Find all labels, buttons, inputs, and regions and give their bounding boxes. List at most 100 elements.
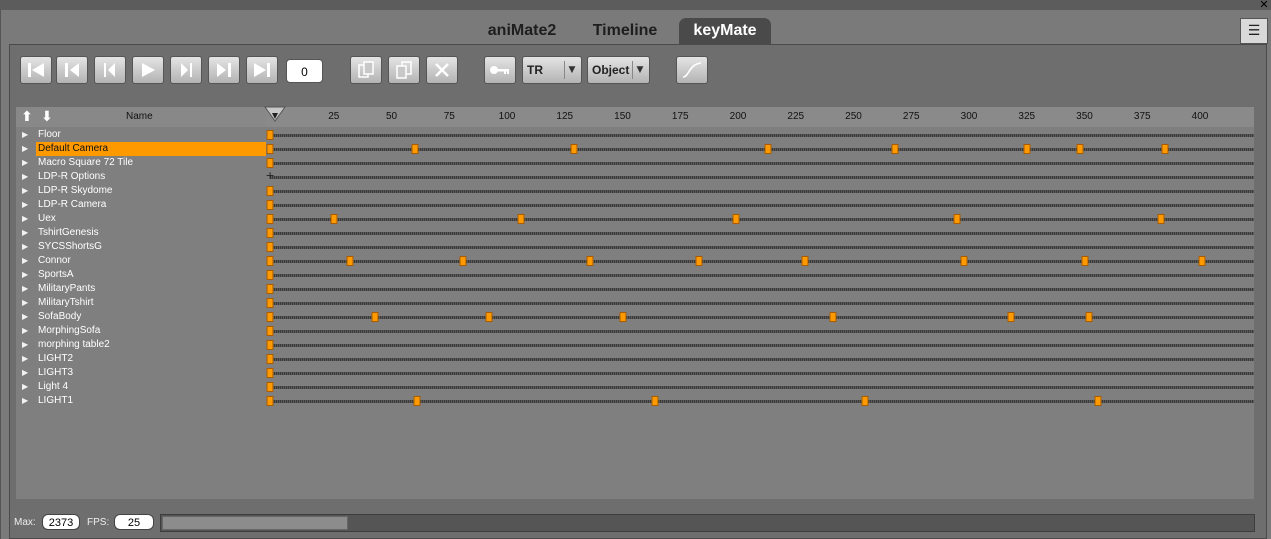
expand-arrow-icon[interactable]: ▶ [22,380,34,394]
key-track[interactable] [266,226,1254,240]
expand-arrow-icon[interactable]: ▶ [22,212,34,226]
expand-arrow-icon[interactable]: ▶ [22,170,34,184]
keyframe-marker[interactable] [266,368,274,378]
track-name[interactable]: Uex [36,212,266,226]
track-row[interactable]: ▶ SofaBody [16,310,1254,324]
key-track[interactable] [266,184,1254,198]
track-row[interactable]: ▶ LIGHT3 [16,366,1254,380]
expand-arrow-icon[interactable]: ▶ [22,394,34,408]
key-track[interactable] [266,380,1254,394]
keyframe-marker[interactable] [1081,256,1088,266]
keyframe-marker[interactable] [695,256,703,266]
keyframe-marker[interactable] [570,144,578,154]
fps-field[interactable]: 25 [114,514,154,530]
keyframe-marker[interactable] [266,396,274,406]
keyframe-marker[interactable] [266,158,274,168]
keyframe-marker[interactable] [1023,144,1031,154]
track-name[interactable]: TshirtGenesis [36,226,266,240]
play-button[interactable] [132,56,164,84]
keyframe-marker[interactable] [411,144,419,154]
keyframe-marker[interactable] [651,396,659,406]
keyframe-marker[interactable] [266,270,274,280]
track-name[interactable]: Macro Square 72 Tile [36,156,266,170]
key-track[interactable] [266,268,1254,282]
timeline-scrollbar[interactable] [160,514,1255,532]
track-row[interactable]: ▶ LIGHT1 [16,394,1254,408]
scope-select[interactable]: Object ▼ [587,56,650,84]
copy-key-button[interactable] [350,56,382,84]
expand-arrow-icon[interactable]: ▶ [22,142,34,156]
panel-menu-icon[interactable]: ☰ [1240,18,1268,44]
current-frame-field[interactable]: 0 [286,59,323,83]
move-up-icon[interactable]: ⬆ [20,109,34,125]
keyframe-marker[interactable] [764,144,772,154]
key-track[interactable] [266,156,1254,170]
key-track[interactable] [266,282,1254,296]
track-row[interactable]: ▶ LDP-R Camera [16,198,1254,212]
keyframe-marker[interactable] [801,256,809,266]
track-row[interactable]: ▶ morphing table2 [16,338,1254,352]
keyframe-marker[interactable] [413,396,421,406]
track-name[interactable]: SportsA [36,268,266,282]
expand-arrow-icon[interactable]: ▶ [22,338,34,352]
go-to-end-button[interactable] [246,56,278,84]
track-name[interactable]: LDP-R Camera [36,198,266,212]
keyframe-marker[interactable] [266,256,274,266]
keyframe-marker[interactable] [266,298,274,308]
expand-arrow-icon[interactable]: ▶ [22,198,34,212]
expand-arrow-icon[interactable]: ▶ [22,156,34,170]
key-track[interactable] [266,212,1254,226]
expand-arrow-icon[interactable]: ▶ [22,366,34,380]
expand-arrow-icon[interactable]: ▶ [22,296,34,310]
key-track[interactable] [266,254,1254,268]
track-row[interactable]: ▶ Connor [16,254,1254,268]
keyframe-marker[interactable] [1094,396,1102,406]
keyframe-marker[interactable] [1085,312,1093,322]
max-frames-field[interactable]: 2373 [42,514,80,530]
track-row[interactable]: ▶ Default Camera [16,142,1254,156]
move-down-icon[interactable]: ⬇ [40,109,54,125]
close-icon[interactable]: ✕ [1259,0,1269,10]
keyframe-marker[interactable] [330,214,338,224]
keyframe-marker[interactable] [960,256,968,266]
keyframe-marker[interactable] [266,214,274,224]
track-name[interactable]: LIGHT1 [36,394,266,408]
previous-frame-button[interactable] [94,56,126,84]
key-track[interactable] [266,352,1254,366]
key-track[interactable] [266,128,1254,142]
keyframe-marker[interactable] [485,312,493,322]
track-row[interactable]: ▶ Uex [16,212,1254,226]
expand-arrow-icon[interactable]: ▶ [22,282,34,296]
empty-key-marker[interactable] [266,169,275,182]
key-track[interactable] [266,240,1254,254]
keyframe-marker[interactable] [459,256,467,266]
channel-select[interactable]: TR ▼ [522,56,582,84]
keyframe-marker[interactable] [346,256,354,266]
paste-key-button[interactable] [388,56,420,84]
track-row[interactable]: ▶ MorphingSofa [16,324,1254,338]
track-name[interactable]: LIGHT2 [36,352,266,366]
keyframe-marker[interactable] [266,228,274,238]
playhead-marker[interactable] [264,105,286,125]
keyframe-marker[interactable] [829,312,837,322]
expand-arrow-icon[interactable]: ▶ [22,254,34,268]
key-track[interactable] [266,142,1254,156]
keyframe-marker[interactable] [1007,312,1015,322]
keyframe-marker[interactable] [517,214,525,224]
expand-arrow-icon[interactable]: ▶ [22,240,34,254]
previous-key-button[interactable] [56,56,88,84]
tab-keymate[interactable]: keyMate [679,18,771,44]
track-row[interactable]: ▶ TshirtGenesis [16,226,1254,240]
expand-arrow-icon[interactable]: ▶ [22,226,34,240]
track-row[interactable]: ▶ MilitaryPants [16,282,1254,296]
track-row[interactable]: ▶ LDP-R Options [16,169,1254,184]
next-key-button[interactable] [208,56,240,84]
track-row[interactable]: ▶ Floor [16,128,1254,142]
keyframe-marker[interactable] [266,340,274,350]
track-name[interactable]: MilitaryTshirt [36,296,266,310]
key-track[interactable] [266,394,1254,408]
track-row[interactable]: ▶ MilitaryTshirt [16,296,1254,310]
track-row[interactable]: ▶ LDP-R Skydome [16,184,1254,198]
key-track[interactable] [266,296,1254,310]
track-row[interactable]: ▶ SYCSShortsG [16,240,1254,254]
